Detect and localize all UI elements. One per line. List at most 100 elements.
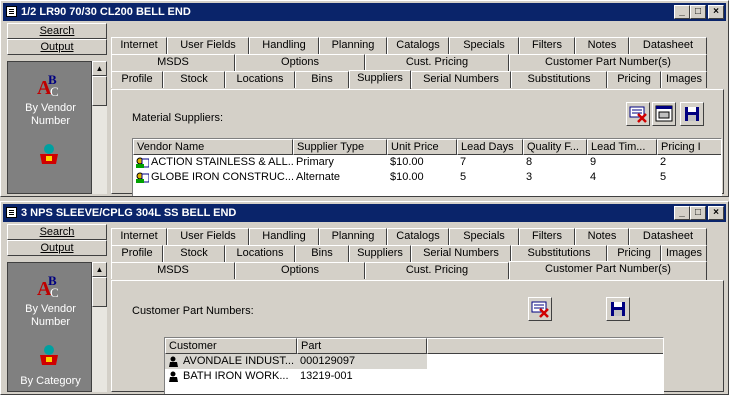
- search-button[interactable]: Search: [7, 224, 107, 240]
- tab-bins[interactable]: Bins: [295, 71, 349, 88]
- tab-catalogs[interactable]: Catalogs: [387, 228, 449, 245]
- tab-locations[interactable]: Locations: [225, 71, 295, 88]
- tab-stock[interactable]: Stock: [163, 71, 225, 88]
- tab-specials[interactable]: Specials: [449, 37, 519, 54]
- customer-parts-panel: Customer Part Numbers: Customer Part AVO…: [111, 280, 724, 394]
- edit-supplier-button[interactable]: [652, 102, 676, 126]
- delete-part-button[interactable]: [528, 297, 552, 321]
- tab-handling[interactable]: Handling: [249, 37, 319, 54]
- tab-internet[interactable]: Internet: [111, 228, 167, 245]
- tab-stock[interactable]: Stock: [163, 245, 225, 262]
- tab-row-1: Internet User Fields Handling Planning C…: [111, 37, 724, 54]
- title-bar[interactable]: 3 NPS SLEEVE/CPLG 304L SS BELL END _ □ ×: [3, 204, 726, 222]
- window-menu-icon[interactable]: [6, 207, 17, 218]
- tab-images[interactable]: Images: [661, 245, 707, 262]
- tab-internet[interactable]: Internet: [111, 37, 167, 54]
- save-supplier-button[interactable]: [680, 102, 704, 126]
- tab-substitutions[interactable]: Substitutions: [511, 245, 607, 262]
- tab-locations[interactable]: Locations: [225, 245, 295, 262]
- col-customer[interactable]: Customer: [165, 338, 297, 354]
- category-icon[interactable]: [36, 343, 62, 369]
- output-button[interactable]: Output: [7, 240, 107, 256]
- restore-button[interactable]: □: [690, 206, 706, 220]
- shortcut-label-vendor[interactable]: By Vendor Number: [8, 102, 93, 128]
- title-bar[interactable]: 1/2 LR90 70/30 CL200 BELL END _ □ ×: [3, 3, 726, 21]
- col-supplier-type[interactable]: Supplier Type: [293, 139, 387, 155]
- customer-parts-grid[interactable]: Customer Part AVONDALE INDUST... 0001290…: [164, 337, 664, 394]
- col-vendor-name[interactable]: Vendor Name: [133, 139, 293, 155]
- window-title: 1/2 LR90 70/30 CL200 BELL END: [21, 6, 191, 18]
- tab-customer-part-numbers[interactable]: Customer Part Number(s): [509, 261, 707, 280]
- sidebar-scrollbar[interactable]: ▲: [92, 61, 107, 194]
- category-icon[interactable]: [36, 142, 62, 168]
- col-part[interactable]: Part: [297, 338, 427, 354]
- close-button[interactable]: ×: [708, 5, 724, 19]
- tab-msds[interactable]: MSDS: [111, 54, 235, 71]
- close-button[interactable]: ×: [708, 206, 724, 220]
- tab-profile[interactable]: Profile: [111, 71, 163, 88]
- tab-filters[interactable]: Filters: [519, 228, 575, 245]
- tab-serial-numbers[interactable]: Serial Numbers: [411, 71, 511, 88]
- tab-customer-part-numbers[interactable]: Customer Part Number(s): [509, 54, 707, 71]
- tab-suppliers[interactable]: Suppliers: [349, 70, 411, 89]
- tab-notes[interactable]: Notes: [575, 228, 629, 245]
- scroll-up-icon[interactable]: ▲: [92, 262, 107, 277]
- col-pricing[interactable]: Pricing I: [657, 139, 721, 155]
- window-menu-icon[interactable]: [6, 6, 17, 17]
- save-icon: [611, 302, 625, 316]
- unit-price-cell: $10.00: [390, 171, 424, 183]
- lead-days-cell: 7: [460, 156, 467, 168]
- tab-substitutions[interactable]: Substitutions: [511, 71, 607, 88]
- tab-suppliers[interactable]: Suppliers: [349, 245, 411, 262]
- pricing-cell: 2: [660, 156, 667, 168]
- tab-bins[interactable]: Bins: [295, 245, 349, 262]
- vendor-name-cell: ACTION STAINLESS & ALL...: [133, 155, 293, 170]
- delete-icon: [629, 106, 647, 123]
- tab-cust-pricing[interactable]: Cust. Pricing: [365, 54, 509, 71]
- scroll-up-icon[interactable]: ▲: [92, 61, 107, 76]
- tab-filters[interactable]: Filters: [519, 37, 575, 54]
- tab-profile[interactable]: Profile: [111, 245, 163, 262]
- scroll-thumb[interactable]: [92, 277, 107, 307]
- col-quality[interactable]: Quality F...: [523, 139, 587, 155]
- col-lead-time[interactable]: Lead Tim...: [587, 139, 657, 155]
- tab-catalogs[interactable]: Catalogs: [387, 37, 449, 54]
- save-part-button[interactable]: [606, 297, 630, 321]
- minimize-button[interactable]: _: [674, 206, 690, 220]
- scroll-thumb[interactable]: [92, 76, 107, 106]
- tab-notes[interactable]: Notes: [575, 37, 629, 54]
- shortcut-panel: A B C By Vendor Number By Category: [7, 262, 92, 392]
- shortcut-label-vendor[interactable]: By Vendor Number: [8, 303, 93, 329]
- restore-button[interactable]: □: [690, 5, 706, 19]
- tab-serial-numbers[interactable]: Serial Numbers: [411, 245, 511, 262]
- sidebar-scrollbar[interactable]: ▲: [92, 262, 107, 392]
- output-button[interactable]: Output: [7, 39, 107, 55]
- tab-datasheet[interactable]: Datasheet: [629, 228, 707, 245]
- tab-row-2: Profile Stock Locations Bins Suppliers S…: [111, 245, 724, 262]
- tab-pricing[interactable]: Pricing: [607, 71, 661, 88]
- tab-cust-pricing[interactable]: Cust. Pricing: [365, 262, 509, 279]
- tab-options[interactable]: Options: [235, 54, 365, 71]
- search-button[interactable]: Search: [7, 23, 107, 39]
- tab-datasheet[interactable]: Datasheet: [629, 37, 707, 54]
- delete-supplier-button[interactable]: [626, 102, 650, 126]
- tab-user-fields[interactable]: User Fields: [167, 37, 249, 54]
- suppliers-grid[interactable]: Vendor Name Supplier Type Unit Price Lea…: [132, 138, 722, 196]
- vendor-number-icon[interactable]: A B C: [36, 273, 62, 299]
- col-lead-days[interactable]: Lead Days: [457, 139, 523, 155]
- tab-pricing[interactable]: Pricing: [607, 245, 661, 262]
- col-unit-price[interactable]: Unit Price: [387, 139, 457, 155]
- tab-user-fields[interactable]: User Fields: [167, 228, 249, 245]
- tab-handling[interactable]: Handling: [249, 228, 319, 245]
- vendor-number-icon[interactable]: A B C: [36, 72, 62, 98]
- tab-options[interactable]: Options: [235, 262, 365, 279]
- item-window-suppliers: 1/2 LR90 70/30 CL200 BELL END _ □ × Search…: [0, 0, 729, 197]
- tab-planning[interactable]: Planning: [319, 37, 387, 54]
- shortcut-label-category[interactable]: By Category: [8, 375, 93, 388]
- minimize-button[interactable]: _: [674, 5, 690, 19]
- supplier-type-cell: Primary: [296, 156, 334, 168]
- tab-specials[interactable]: Specials: [449, 228, 519, 245]
- tab-planning[interactable]: Planning: [319, 228, 387, 245]
- tab-msds[interactable]: MSDS: [111, 262, 235, 279]
- tab-images[interactable]: Images: [661, 71, 707, 88]
